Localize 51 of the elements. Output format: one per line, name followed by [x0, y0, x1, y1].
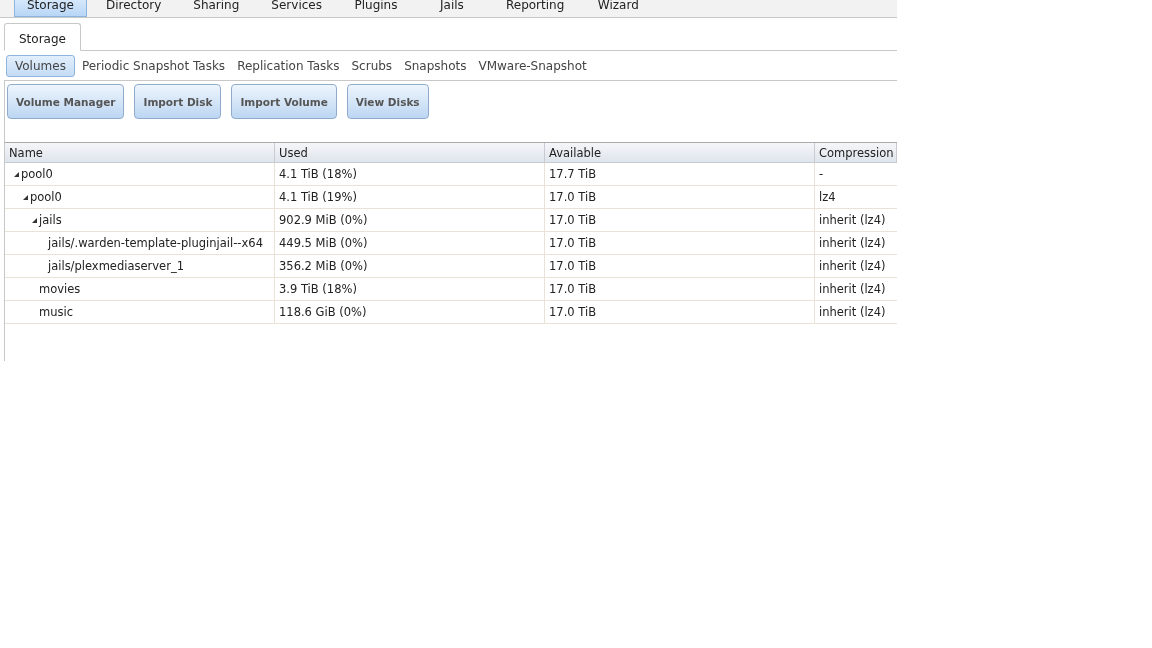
menu-tab[interactable]: Plugins — [340, 0, 411, 17]
sub-tab[interactable]: Periodic Snapshot Tasks — [76, 54, 231, 77]
table-cell: 449.5 MiB (0%) — [275, 232, 545, 254]
action-button[interactable]: Volume Manager — [7, 84, 125, 119]
table-cell: 17.0 TiB — [545, 232, 815, 254]
tree-item-name[interactable]: jails/plexmediaserver_1 — [48, 259, 184, 273]
table-cell-text: inherit (lz4) — [818, 212, 887, 229]
sub-tab[interactable]: Scrubs — [346, 54, 398, 77]
table-cell: 17.0 TiB — [545, 209, 815, 231]
action-button[interactable]: Import Volume — [231, 84, 337, 119]
tree-item-name[interactable]: jails — [39, 213, 62, 227]
page-tab[interactable]: Storage — [4, 23, 81, 51]
sub-tab[interactable]: Replication Tasks — [232, 54, 345, 77]
tree-item-name[interactable]: jails/.warden-template-pluginjail--x64 — [48, 236, 263, 250]
tree-item-name[interactable]: music — [39, 305, 73, 319]
table-cell: 17.0 TiB — [545, 255, 815, 277]
sub-tab[interactable]: Snapshots — [399, 54, 472, 77]
action-button[interactable]: Import Disk — [134, 84, 222, 119]
table-cell: 17.0 TiB — [545, 186, 815, 208]
menu-tab[interactable]: Storage — [14, 0, 87, 17]
menu-tab[interactable]: Sharing — [180, 0, 253, 17]
sub-tab[interactable]: Volumes — [6, 54, 75, 77]
table-cell-text: inherit (lz4) — [818, 235, 887, 252]
menu-tab[interactable]: Reporting — [492, 0, 578, 17]
table-cell: 4.1 TiB (19%) — [275, 186, 545, 208]
menu-tab[interactable]: Wizard — [583, 0, 654, 17]
action-button[interactable]: View Disks — [346, 84, 429, 119]
menu-tab[interactable]: Jails — [416, 0, 487, 17]
table-cell-text: inherit (lz4) — [818, 281, 887, 298]
table-cell: 356.2 MiB (0%) — [275, 255, 545, 277]
tree-item-name[interactable]: movies — [39, 282, 81, 296]
table-cell-text: - — [818, 166, 825, 183]
table-cell: 118.6 GiB (0%) — [275, 301, 545, 323]
table-cell-text: inherit (lz4) — [818, 258, 887, 275]
tree-item-name[interactable]: pool0 — [30, 190, 62, 204]
table-cell: 3.9 TiB (18%) — [275, 278, 545, 300]
table-cell: 17.7 TiB — [545, 163, 815, 185]
column-header[interactable]: Used — [275, 143, 545, 163]
sub-tab[interactable]: VMware-Snapshot — [473, 54, 592, 77]
column-header[interactable]: Available — [545, 143, 815, 163]
table-cell-text: lz4 — [818, 189, 837, 206]
column-header[interactable]: Name — [5, 143, 275, 163]
column-header[interactable]: Compression — [815, 143, 897, 163]
menu-tab[interactable]: Directory — [92, 0, 175, 17]
table-cell-text: inherit (lz4) — [818, 304, 887, 321]
table-cell: 17.0 TiB — [545, 301, 815, 323]
table-cell: 17.0 TiB — [545, 278, 815, 300]
tree-item-name[interactable]: pool0 — [21, 167, 53, 181]
menu-tab[interactable]: Services — [258, 0, 335, 17]
table-cell: 902.9 MiB (0%) — [275, 209, 545, 231]
table-cell: 4.1 TiB (18%) — [275, 163, 545, 185]
